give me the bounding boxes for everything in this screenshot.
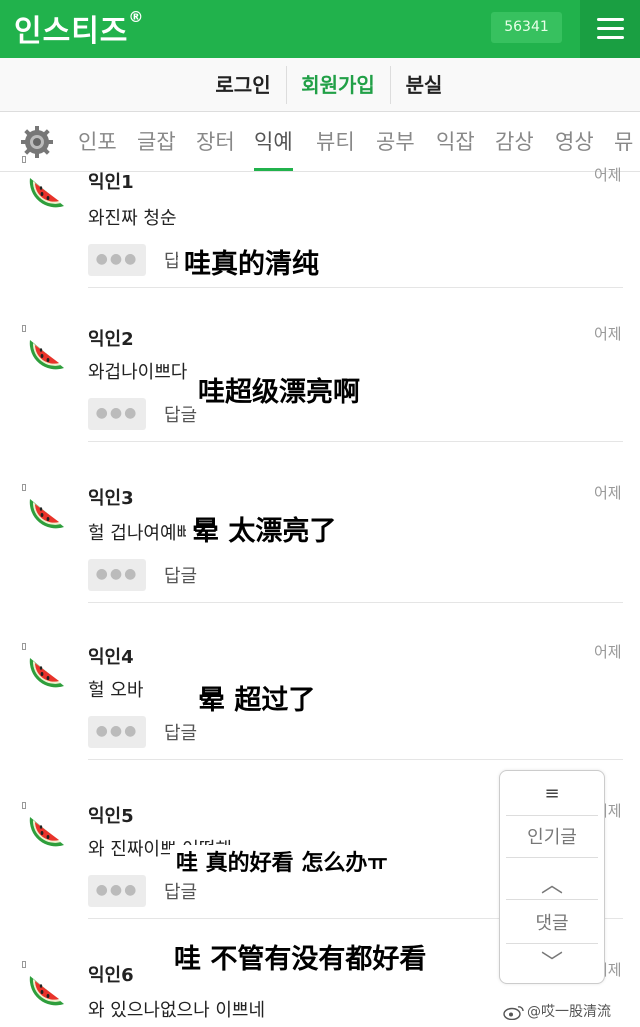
auth-bar: 로그인 회원가입 분실	[0, 58, 640, 112]
more-options-button[interactable]: ●●●	[88, 398, 146, 430]
comment-time: 어제	[594, 643, 622, 661]
comment-author[interactable]: 익인3	[88, 484, 134, 510]
divider	[506, 943, 598, 944]
divider	[286, 66, 287, 104]
translation-caption: 哇 真的好看 怎么办ㅠ	[170, 845, 394, 877]
reply-button[interactable]: 답글	[164, 562, 197, 588]
weibo-icon	[503, 1006, 524, 1020]
tab-music[interactable]: 뮤직	[614, 112, 640, 171]
popular-posts-button[interactable]: 인기글	[500, 823, 604, 849]
chevron-down-icon[interactable]: ﹀	[500, 945, 604, 977]
translation-caption: 哇超级漂亮啊	[192, 370, 366, 409]
comment-text: 와진짜 청순	[88, 208, 177, 229]
watermelon-avatar-icon[interactable]	[28, 334, 68, 372]
comments-jump-button[interactable]: 댓글	[500, 909, 604, 935]
divider	[506, 857, 598, 858]
more-options-button[interactable]: ●●●	[88, 559, 146, 591]
pin-icon	[22, 961, 26, 968]
divider	[88, 602, 623, 603]
gear-icon[interactable]	[19, 124, 55, 160]
chevron-up-icon[interactable]: ︿	[500, 867, 604, 899]
more-options-button[interactable]: ●●●	[88, 875, 146, 907]
translation-caption: 晕 超过了	[192, 678, 322, 717]
floating-nav: ≡ 인기글 ︿ 댓글 ﹀	[499, 770, 605, 984]
comment-text: 와 있으나없으나 이쁘네	[88, 1000, 266, 1021]
pin-icon	[22, 802, 26, 809]
tab-review[interactable]: 감상	[495, 112, 534, 171]
divider	[88, 441, 623, 442]
comment-text: 헐 오바	[88, 680, 144, 701]
tab-beauty[interactable]: 뷰티	[316, 112, 355, 171]
translation-caption: 晕 太漂亮了	[186, 509, 343, 548]
watermelon-avatar-icon[interactable]	[28, 970, 68, 1008]
tab-market[interactable]: 장터	[196, 112, 235, 171]
comment-text: 헐 겁나여예뻐	[88, 523, 194, 544]
comment-author[interactable]: 익인5	[88, 802, 134, 828]
watermelon-avatar-icon[interactable]	[28, 493, 68, 531]
pin-icon	[22, 325, 26, 332]
comment-author[interactable]: 익인6	[88, 961, 134, 987]
tab-anon-chat[interactable]: 익잡	[436, 112, 475, 171]
watermelon-avatar-icon[interactable]	[28, 172, 68, 210]
divider	[88, 759, 623, 760]
watermelon-avatar-icon[interactable]	[28, 652, 68, 690]
hamburger-menu-icon[interactable]	[580, 0, 640, 58]
more-options-button[interactable]: ●●●	[88, 716, 146, 748]
reply-button[interactable]: 답글	[164, 719, 197, 745]
tab-video[interactable]: 영상	[555, 112, 594, 171]
menu-icon[interactable]: ≡	[500, 783, 604, 804]
site-logo[interactable]: 인스티즈®	[14, 6, 144, 50]
pin-icon	[22, 643, 26, 650]
lost-account-button[interactable]: 분실	[393, 58, 455, 112]
pin-icon	[22, 156, 26, 163]
comment-text: 와겁나이쁘다	[88, 362, 188, 383]
divider	[390, 66, 391, 104]
tab-study[interactable]: 공부	[376, 112, 415, 171]
comment-time: 어제	[594, 484, 622, 502]
divider	[88, 287, 623, 288]
tab-info[interactable]: 인포	[78, 112, 117, 171]
divider	[506, 899, 598, 900]
more-options-button[interactable]: ●●●	[88, 244, 146, 276]
comment-time: 어제	[594, 166, 622, 184]
signup-button[interactable]: 회원가입	[289, 58, 387, 112]
top-bar: 인스티즈® 56341	[0, 0, 640, 58]
comment-author[interactable]: 익인4	[88, 643, 134, 669]
comment-time: 어제	[594, 325, 622, 343]
watermelon-avatar-icon[interactable]	[28, 811, 68, 849]
translation-caption: 哇真的清纯	[178, 242, 325, 281]
tab-anon-ent[interactable]: 익예	[254, 112, 293, 171]
login-button[interactable]: 로그인	[203, 58, 283, 112]
comment-author[interactable]: 익인2	[88, 325, 134, 351]
notification-count[interactable]: 56341	[491, 12, 562, 43]
tab-writing[interactable]: 글잡	[137, 112, 176, 171]
weibo-watermark: @哎一股清流	[503, 1001, 611, 1021]
category-bar: 인포 글잡 장터 익예 뷰티 공부 익잡 감상 영상 뮤직	[0, 112, 640, 172]
translation-caption: 哇 不管有没有都好看	[168, 937, 433, 976]
comment-author[interactable]: 익인1	[88, 168, 134, 194]
pin-icon	[22, 484, 26, 491]
divider	[506, 815, 598, 816]
reply-button[interactable]: 답글	[164, 878, 197, 904]
